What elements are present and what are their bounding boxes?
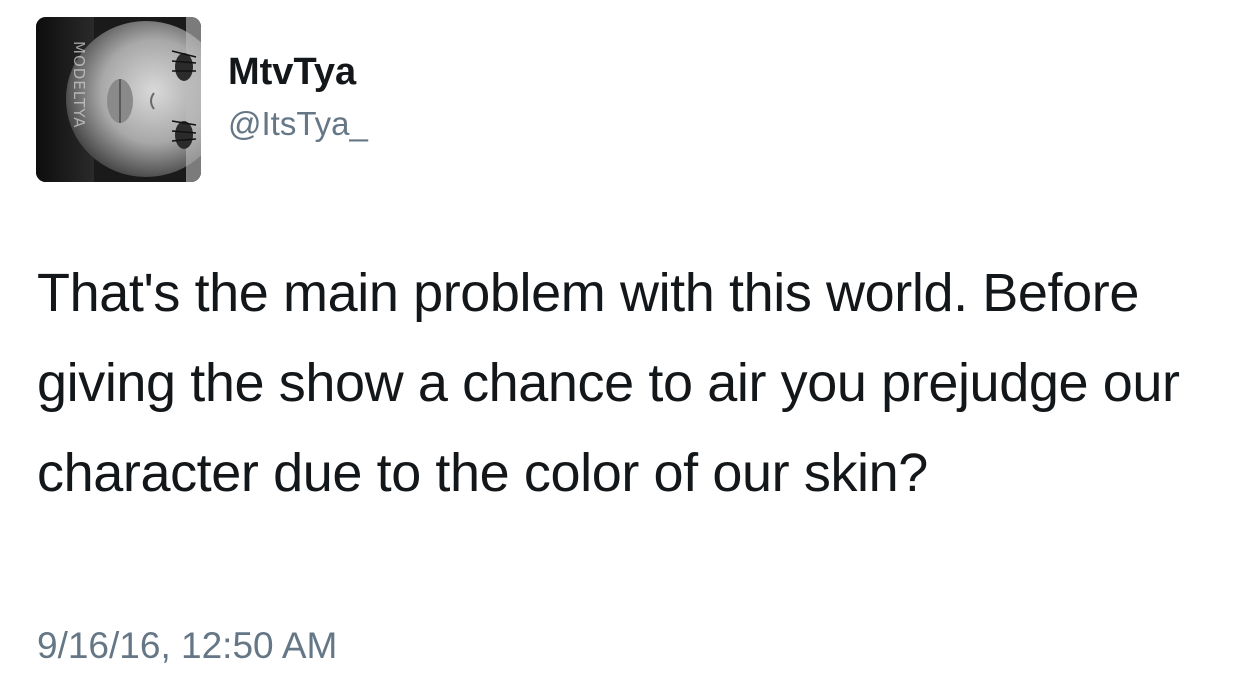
- user-handle[interactable]: @ItsTya_: [228, 104, 368, 144]
- avatar-watermark: MODELTYA: [70, 41, 88, 129]
- tweet-card: MODELTYA MtvTya @ItsTya_ That's the main…: [0, 0, 1242, 689]
- tweet-timestamp[interactable]: 9/16/16, 12:50 AM: [37, 624, 337, 668]
- profile-photo-icon: MODELTYA: [36, 17, 201, 182]
- avatar[interactable]: MODELTYA: [36, 17, 201, 182]
- tweet-text: That's the main problem with this world.…: [37, 263, 1180, 503]
- user-info: MtvTya @ItsTya_: [228, 50, 368, 144]
- display-name[interactable]: MtvTya: [228, 50, 368, 94]
